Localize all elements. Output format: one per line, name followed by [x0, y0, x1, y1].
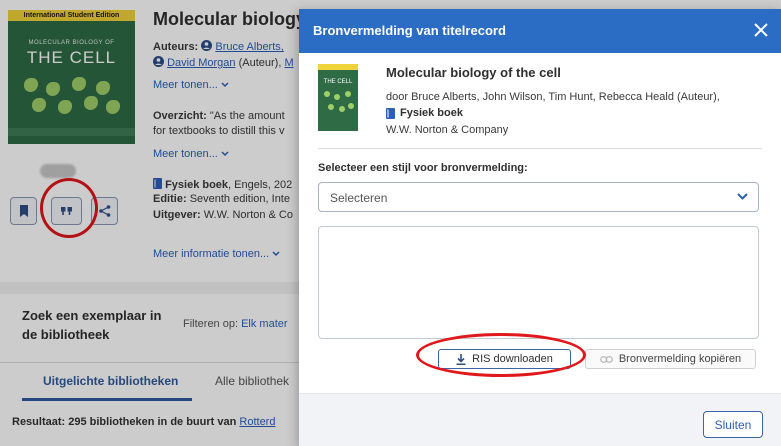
- copy-citation-label: Bronvermelding kopiëren: [618, 353, 742, 365]
- close-icon: [754, 23, 768, 37]
- record-type: Fysiek boek: [386, 107, 463, 119]
- citation-style-label: Selecteer een stijl voor bronvermelding:: [318, 162, 528, 174]
- annotation-circle-ris: [416, 333, 586, 377]
- record-authors: door Bruce Alberts, John Wilson, Tim Hun…: [386, 91, 720, 103]
- record-title: Molecular biology of the cell: [386, 65, 561, 80]
- record-publisher: W.W. Norton & Company: [386, 124, 509, 136]
- copy-citation-button[interactable]: Bronvermelding kopiëren: [585, 349, 756, 369]
- close-modal-button[interactable]: [749, 18, 773, 42]
- record-type-label: Fysiek boek: [400, 107, 463, 119]
- thumb-edition-band: [318, 64, 358, 70]
- thumb-title: THE CELL: [323, 79, 353, 85]
- citation-style-select[interactable]: Selecteren: [318, 182, 759, 212]
- modal-divider: [318, 148, 762, 149]
- link-icon: [599, 355, 613, 363]
- modal-header: Bronvermelding van titelrecord: [299, 9, 781, 53]
- modal-title: Bronvermelding van titelrecord: [313, 23, 506, 38]
- citation-modal: Bronvermelding van titelrecord THE CELL …: [299, 9, 781, 446]
- chevron-down-icon: [737, 193, 748, 200]
- close-button[interactable]: Sluiten: [703, 411, 763, 438]
- book-thumbnail: THE CELL: [318, 64, 358, 131]
- thumb-cell-illustration: [323, 90, 354, 116]
- citation-preview-box: [318, 226, 759, 339]
- citation-style-value: Selecteren: [330, 191, 388, 205]
- book-icon: [386, 107, 395, 119]
